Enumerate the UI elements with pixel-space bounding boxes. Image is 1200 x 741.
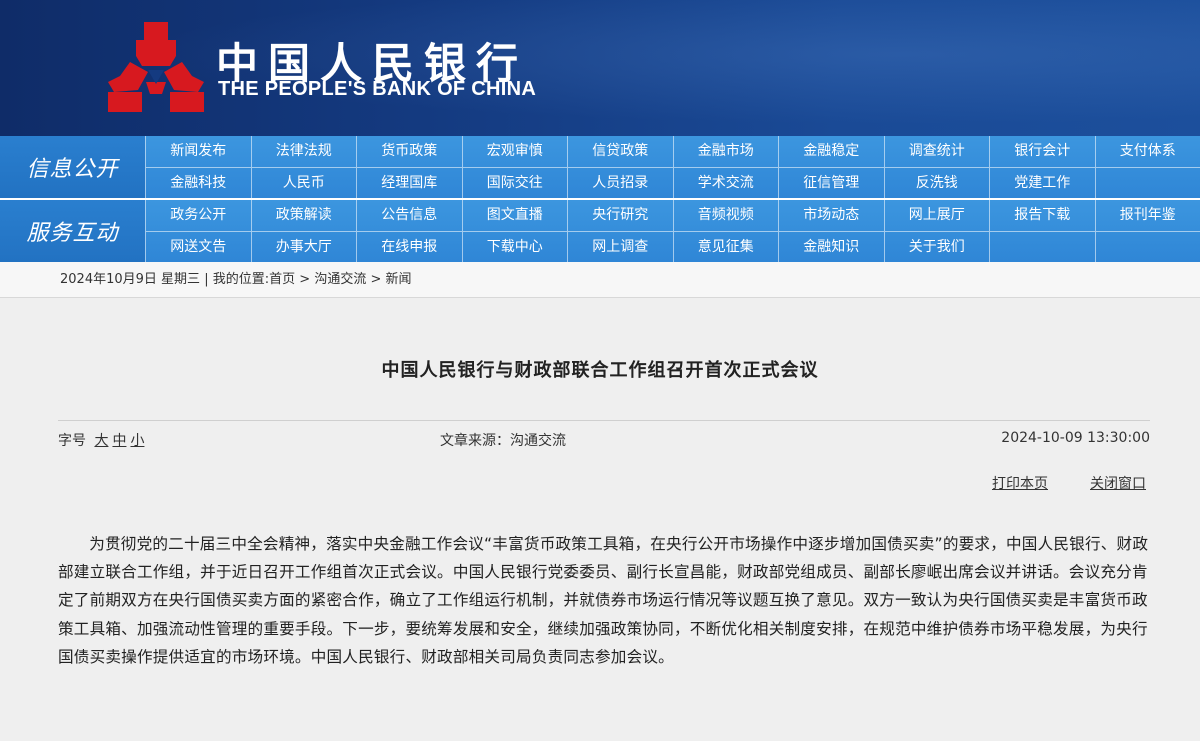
- current-date: 2024年10月9日: [60, 272, 157, 287]
- nav-item-payment-system[interactable]: 支付体系: [1094, 136, 1200, 167]
- nav-item-bank-accounting[interactable]: 银行会计: [989, 136, 1095, 167]
- nav-item-download-center[interactable]: 下载中心: [461, 232, 568, 263]
- nav-row: 网送文告 办事大厅 在线申报 下载中心 网上调查 意见征集 金融知识 关于我们: [145, 231, 1200, 263]
- nav-item-empty: [1094, 168, 1200, 199]
- font-size-controls: 字号 大中小: [58, 430, 144, 450]
- pboc-emblem-icon: [108, 22, 204, 112]
- site-header: 中国人民银行 THE PEOPLE'S BANK OF CHINA: [0, 0, 1200, 136]
- breadcrumb-arrow: >: [299, 272, 311, 287]
- nav-info-disclosure: 信息公开 新闻发布 法律法规 货币政策 宏观审慎 信贷政策 金融市场 金融稳定 …: [0, 136, 1200, 199]
- nav-item-audio-video[interactable]: 音频视频: [672, 200, 779, 231]
- nav-item-anti-money-laundering[interactable]: 反洗钱: [883, 168, 990, 199]
- nav-item-financial-stability[interactable]: 金融稳定: [778, 136, 884, 167]
- nav-item-feedback[interactable]: 意见征集: [672, 232, 779, 263]
- close-window-link[interactable]: 关闭窗口: [1090, 473, 1146, 493]
- nav-row: 金融科技 人民币 经理国库 国际交往 人员招录 学术交流 征信管理 反洗钱 党建…: [145, 167, 1200, 199]
- nav-grid: 政务公开 政策解读 公告信息 图文直播 央行研究 音频视频 市场动态 网上展厅 …: [145, 200, 1200, 263]
- nav-item-policy-interpretation[interactable]: 政策解读: [250, 200, 357, 231]
- article-title: 中国人民银行与财政部联合工作组召开首次正式会议: [381, 360, 819, 381]
- nav-item-report-download[interactable]: 报告下载: [989, 200, 1095, 231]
- nav-group-label: 服务互动: [0, 200, 145, 262]
- nav-item-laws[interactable]: 法律法规: [250, 136, 357, 167]
- nav-item-online-exhibition[interactable]: 网上展厅: [883, 200, 990, 231]
- nav-item-rmb[interactable]: 人民币: [250, 168, 357, 199]
- nav-item-yearbook[interactable]: 报刊年鉴: [1094, 200, 1200, 231]
- nav-service-interaction: 服务互动 政务公开 政策解读 公告信息 图文直播 央行研究 音频视频 市场动态 …: [0, 200, 1200, 263]
- nav-item-treasury[interactable]: 经理国库: [356, 168, 462, 199]
- nav-item-research[interactable]: 央行研究: [567, 200, 673, 231]
- nav-item-online-filing[interactable]: 在线申报: [356, 232, 462, 263]
- nav-item-market-news[interactable]: 市场动态: [778, 200, 884, 231]
- breadcrumb-prefix: 我的位置:: [212, 272, 270, 287]
- nav-item-online-notices[interactable]: 网送文告: [145, 232, 251, 263]
- nav-item-credit-policy[interactable]: 信贷政策: [567, 136, 673, 167]
- nav-item-party-building[interactable]: 党建工作: [989, 168, 1095, 199]
- nav-item-financial-knowledge[interactable]: 金融知识: [778, 232, 884, 263]
- nav-item-live[interactable]: 图文直播: [461, 200, 568, 231]
- breadcrumb-arrow: >: [370, 272, 382, 287]
- nav-item-academic[interactable]: 学术交流: [672, 168, 779, 199]
- font-size-small-button[interactable]: 小: [130, 433, 144, 449]
- font-size-medium-button[interactable]: 中: [112, 433, 126, 449]
- nav-item-macroprudential[interactable]: 宏观审慎: [461, 136, 568, 167]
- nav-item-credit-reference[interactable]: 征信管理: [778, 168, 884, 199]
- breadcrumb-home-link[interactable]: 首页: [269, 272, 295, 287]
- nav-item-statistics[interactable]: 调查统计: [883, 136, 990, 167]
- nav-item-empty: [989, 232, 1095, 263]
- article-datetime: 2024-10-09 13:30:00: [1001, 430, 1150, 446]
- current-weekday: 星期三: [161, 272, 201, 287]
- nav-item-news-release[interactable]: 新闻发布: [145, 136, 251, 167]
- nav-item-monetary-policy[interactable]: 货币政策: [356, 136, 462, 167]
- nav-row: 政务公开 政策解读 公告信息 图文直播 央行研究 音频视频 市场动态 网上展厅 …: [145, 200, 1200, 231]
- article-container: 中国人民银行与财政部联合工作组召开首次正式会议 字号 大中小 文章来源：沟通交流…: [0, 300, 1200, 741]
- article-body: 为贯彻党的二十届三中全会精神，落实中央金融工作会议“丰富货币政策工具箱，在央行公…: [58, 535, 1149, 666]
- font-size-label: 字号: [58, 433, 86, 449]
- nav-item-international[interactable]: 国际交往: [461, 168, 568, 199]
- nav-group-label: 信息公开: [0, 136, 145, 198]
- breadcrumb-section-link[interactable]: 沟通交流: [314, 272, 366, 287]
- breadcrumb-page-link[interactable]: 新闻: [386, 272, 412, 287]
- nav-item-recruitment[interactable]: 人员招录: [567, 168, 673, 199]
- nav-grid: 新闻发布 法律法规 货币政策 宏观审慎 信贷政策 金融市场 金融稳定 调查统计 …: [145, 136, 1200, 199]
- nav-item-government-affairs[interactable]: 政务公开: [145, 200, 251, 231]
- breadcrumb-separator: |: [204, 272, 209, 287]
- nav-item-financial-market[interactable]: 金融市场: [672, 136, 779, 167]
- article-divider: [58, 420, 1150, 421]
- article-source: 文章来源：沟通交流: [440, 433, 566, 449]
- nav-item-empty: [1094, 232, 1200, 263]
- nav-item-about-us[interactable]: 关于我们: [883, 232, 990, 263]
- print-page-link[interactable]: 打印本页: [992, 473, 1048, 493]
- nav-item-online-survey[interactable]: 网上调查: [567, 232, 673, 263]
- logo-english-name: THE PEOPLE'S BANK OF CHINA: [218, 78, 537, 100]
- breadcrumb: 2024年10月9日 星期三 | 我的位置:首页 > 沟通交流 > 新闻: [0, 262, 1200, 298]
- nav-item-fintech[interactable]: 金融科技: [145, 168, 251, 199]
- font-size-large-button[interactable]: 大: [94, 433, 108, 449]
- nav-item-announcements[interactable]: 公告信息: [356, 200, 462, 231]
- nav-item-service-hall[interactable]: 办事大厅: [250, 232, 357, 263]
- nav-row: 新闻发布 法律法规 货币政策 宏观审慎 信贷政策 金融市场 金融稳定 调查统计 …: [145, 136, 1200, 167]
